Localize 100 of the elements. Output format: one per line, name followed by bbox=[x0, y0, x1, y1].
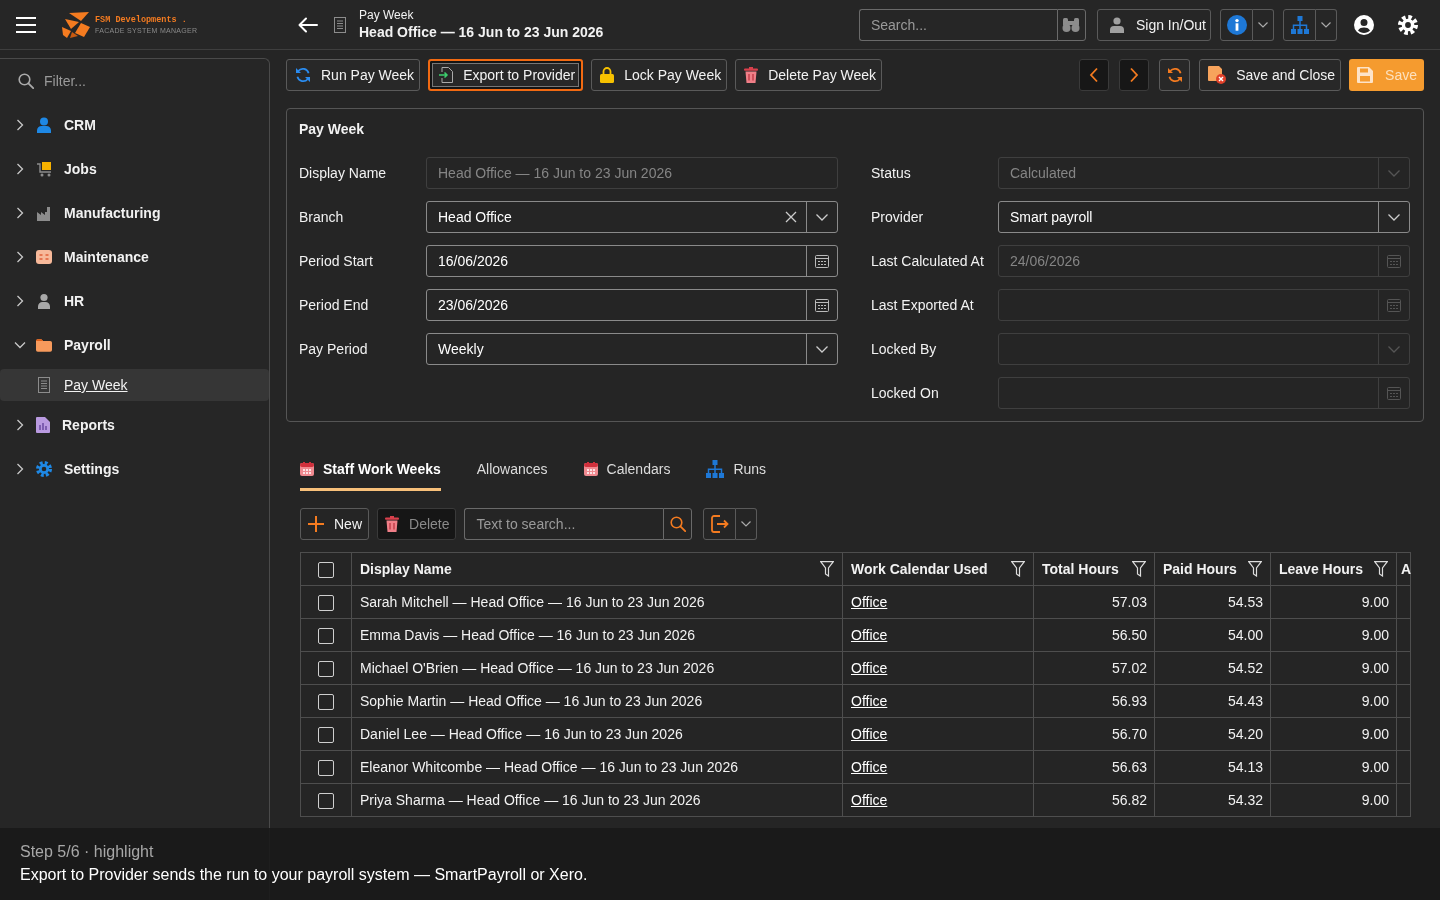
calendar-link[interactable]: Office bbox=[851, 759, 888, 775]
checkbox[interactable] bbox=[318, 726, 334, 743]
filter-icon[interactable] bbox=[820, 561, 834, 577]
save-and-close-button[interactable]: Save and Close bbox=[1199, 59, 1342, 91]
sidebar-item[interactable]: Payroll bbox=[0, 323, 269, 367]
person-icon bbox=[36, 117, 52, 133]
checkbox[interactable] bbox=[318, 660, 334, 677]
calendar-icon bbox=[815, 254, 829, 268]
field-label: Last Exported At bbox=[871, 297, 975, 313]
checkbox[interactable] bbox=[318, 693, 334, 710]
table-cell: 56.63 bbox=[1033, 750, 1155, 784]
lock-icon bbox=[600, 67, 615, 83]
account-icon[interactable] bbox=[1354, 14, 1374, 35]
trash-icon bbox=[744, 67, 759, 83]
chevron-down-icon bbox=[816, 213, 828, 221]
sidebar-item[interactable]: Pay Week bbox=[0, 369, 269, 401]
search-field[interactable]: Search... bbox=[858, 8, 1057, 41]
calendar-icon bbox=[1387, 254, 1401, 268]
export-button[interactable] bbox=[703, 508, 737, 540]
tab[interactable]: Runs bbox=[706, 450, 767, 491]
calendar-link[interactable]: Office bbox=[851, 693, 888, 709]
tab[interactable]: Staff Work Weeks bbox=[300, 450, 441, 491]
table-cell: 54.32 bbox=[1154, 783, 1271, 817]
table-cell: 9.00 bbox=[1270, 783, 1397, 817]
export-button[interactable]: Export to Provider bbox=[428, 59, 584, 91]
hierarchy-icon bbox=[1290, 15, 1309, 34]
calendar-link[interactable]: Office bbox=[851, 660, 888, 676]
checkbox[interactable] bbox=[318, 792, 334, 809]
refresh-button[interactable] bbox=[1159, 59, 1191, 91]
hierarchy-button[interactable] bbox=[1283, 8, 1316, 41]
sidebar-item[interactable]: HR bbox=[0, 279, 269, 323]
table-cell: 57.03 bbox=[1033, 585, 1155, 619]
search-icon bbox=[670, 516, 686, 532]
folder-icon bbox=[36, 338, 52, 352]
chevron-left-icon bbox=[1089, 67, 1100, 83]
checkbox[interactable] bbox=[318, 759, 334, 776]
sidebar-item[interactable]: Reports bbox=[0, 403, 269, 447]
sign-in-button[interactable]: Sign In/Out bbox=[1096, 8, 1211, 41]
info-button[interactable] bbox=[1220, 8, 1253, 41]
calendar-icon bbox=[1387, 386, 1401, 400]
chevron-down-icon bbox=[816, 345, 828, 353]
sidebar-item[interactable]: Settings bbox=[0, 447, 269, 491]
filter-icon[interactable] bbox=[1374, 561, 1388, 577]
table-cell: 54.20 bbox=[1154, 717, 1271, 751]
table-cell: 56.82 bbox=[1033, 783, 1155, 817]
panel-title: Pay Week bbox=[299, 120, 366, 139]
calendar-link[interactable]: Office bbox=[851, 594, 888, 610]
sidebar-item[interactable]: Maintenance bbox=[0, 235, 269, 279]
field-label: Locked On bbox=[871, 385, 940, 401]
tab[interactable]: Calendars bbox=[583, 450, 671, 491]
record-title: Head Office — 16 Jun to 23 Jun 2026 bbox=[359, 23, 604, 41]
dropdown-field[interactable]: Weekly bbox=[426, 333, 838, 365]
date-field[interactable]: 23/06/2026 bbox=[426, 289, 838, 321]
new-button[interactable]: New bbox=[300, 508, 369, 540]
previous-button[interactable] bbox=[1079, 59, 1110, 91]
search-field[interactable]: Text to search... bbox=[464, 508, 664, 540]
table-cell: 9.00 bbox=[1270, 651, 1397, 685]
sidebar-item[interactable]: Manufacturing bbox=[0, 191, 269, 235]
table-cell: 54.00 bbox=[1154, 618, 1271, 652]
dropdown-field[interactable]: Head Office bbox=[426, 201, 838, 233]
document-arrow-icon bbox=[439, 67, 454, 83]
dropdown-field[interactable]: Smart payroll bbox=[998, 201, 1410, 233]
table-cell: Daniel Lee — Head Office — 16 Jun to 23 Jun 2026 bbox=[351, 717, 843, 751]
calendar-link[interactable]: Office bbox=[851, 792, 888, 808]
calendar-link[interactable]: Office bbox=[851, 726, 888, 742]
toolbox-icon bbox=[36, 249, 52, 265]
filter-icon[interactable] bbox=[1132, 561, 1146, 577]
table-cell: 9.00 bbox=[1270, 684, 1397, 718]
chart-document-icon bbox=[36, 417, 50, 433]
checkbox[interactable] bbox=[318, 594, 334, 611]
menu-icon[interactable] bbox=[16, 16, 36, 33]
arrow-left-icon[interactable] bbox=[298, 16, 318, 33]
table-cell: Sarah Mitchell — Head Office — 16 Jun to 23 Jun 2026 bbox=[351, 585, 843, 619]
checkbox[interactable] bbox=[318, 627, 334, 644]
checkbox[interactable] bbox=[318, 561, 334, 578]
table-cell: 54.13 bbox=[1154, 750, 1271, 784]
search-button[interactable] bbox=[1056, 8, 1086, 41]
run-button[interactable]: Run Pay Week bbox=[286, 59, 421, 91]
next-button[interactable] bbox=[1119, 59, 1150, 91]
table-cell: 9.00 bbox=[1270, 618, 1397, 652]
close-icon[interactable] bbox=[785, 211, 797, 223]
chevron-down-icon bbox=[1388, 345, 1400, 353]
date-field[interactable]: 16/06/2026 bbox=[426, 245, 838, 277]
sidebar-item[interactable]: CRM bbox=[0, 103, 269, 147]
tab[interactable]: Allowances bbox=[476, 450, 548, 491]
delete-button[interactable]: Delete Pay Week bbox=[735, 59, 883, 91]
sidebar-item[interactable]: Jobs bbox=[0, 147, 269, 191]
filter-field[interactable]: Filter... bbox=[44, 73, 244, 89]
search-button[interactable] bbox=[663, 508, 693, 540]
trash-icon bbox=[385, 516, 399, 532]
filter-icon[interactable] bbox=[1011, 561, 1025, 577]
search-icon bbox=[18, 73, 34, 89]
calendar-link[interactable]: Office bbox=[851, 627, 888, 643]
table-cell: 9.00 bbox=[1270, 585, 1397, 619]
settings-icon[interactable] bbox=[1398, 14, 1418, 35]
field-label: Last Calculated At bbox=[871, 253, 985, 269]
filter-icon[interactable] bbox=[1248, 561, 1262, 577]
lock-button[interactable]: Lock Pay Week bbox=[591, 59, 728, 91]
table-cell: 54.53 bbox=[1154, 585, 1271, 619]
chevron-down-icon bbox=[1321, 21, 1331, 28]
